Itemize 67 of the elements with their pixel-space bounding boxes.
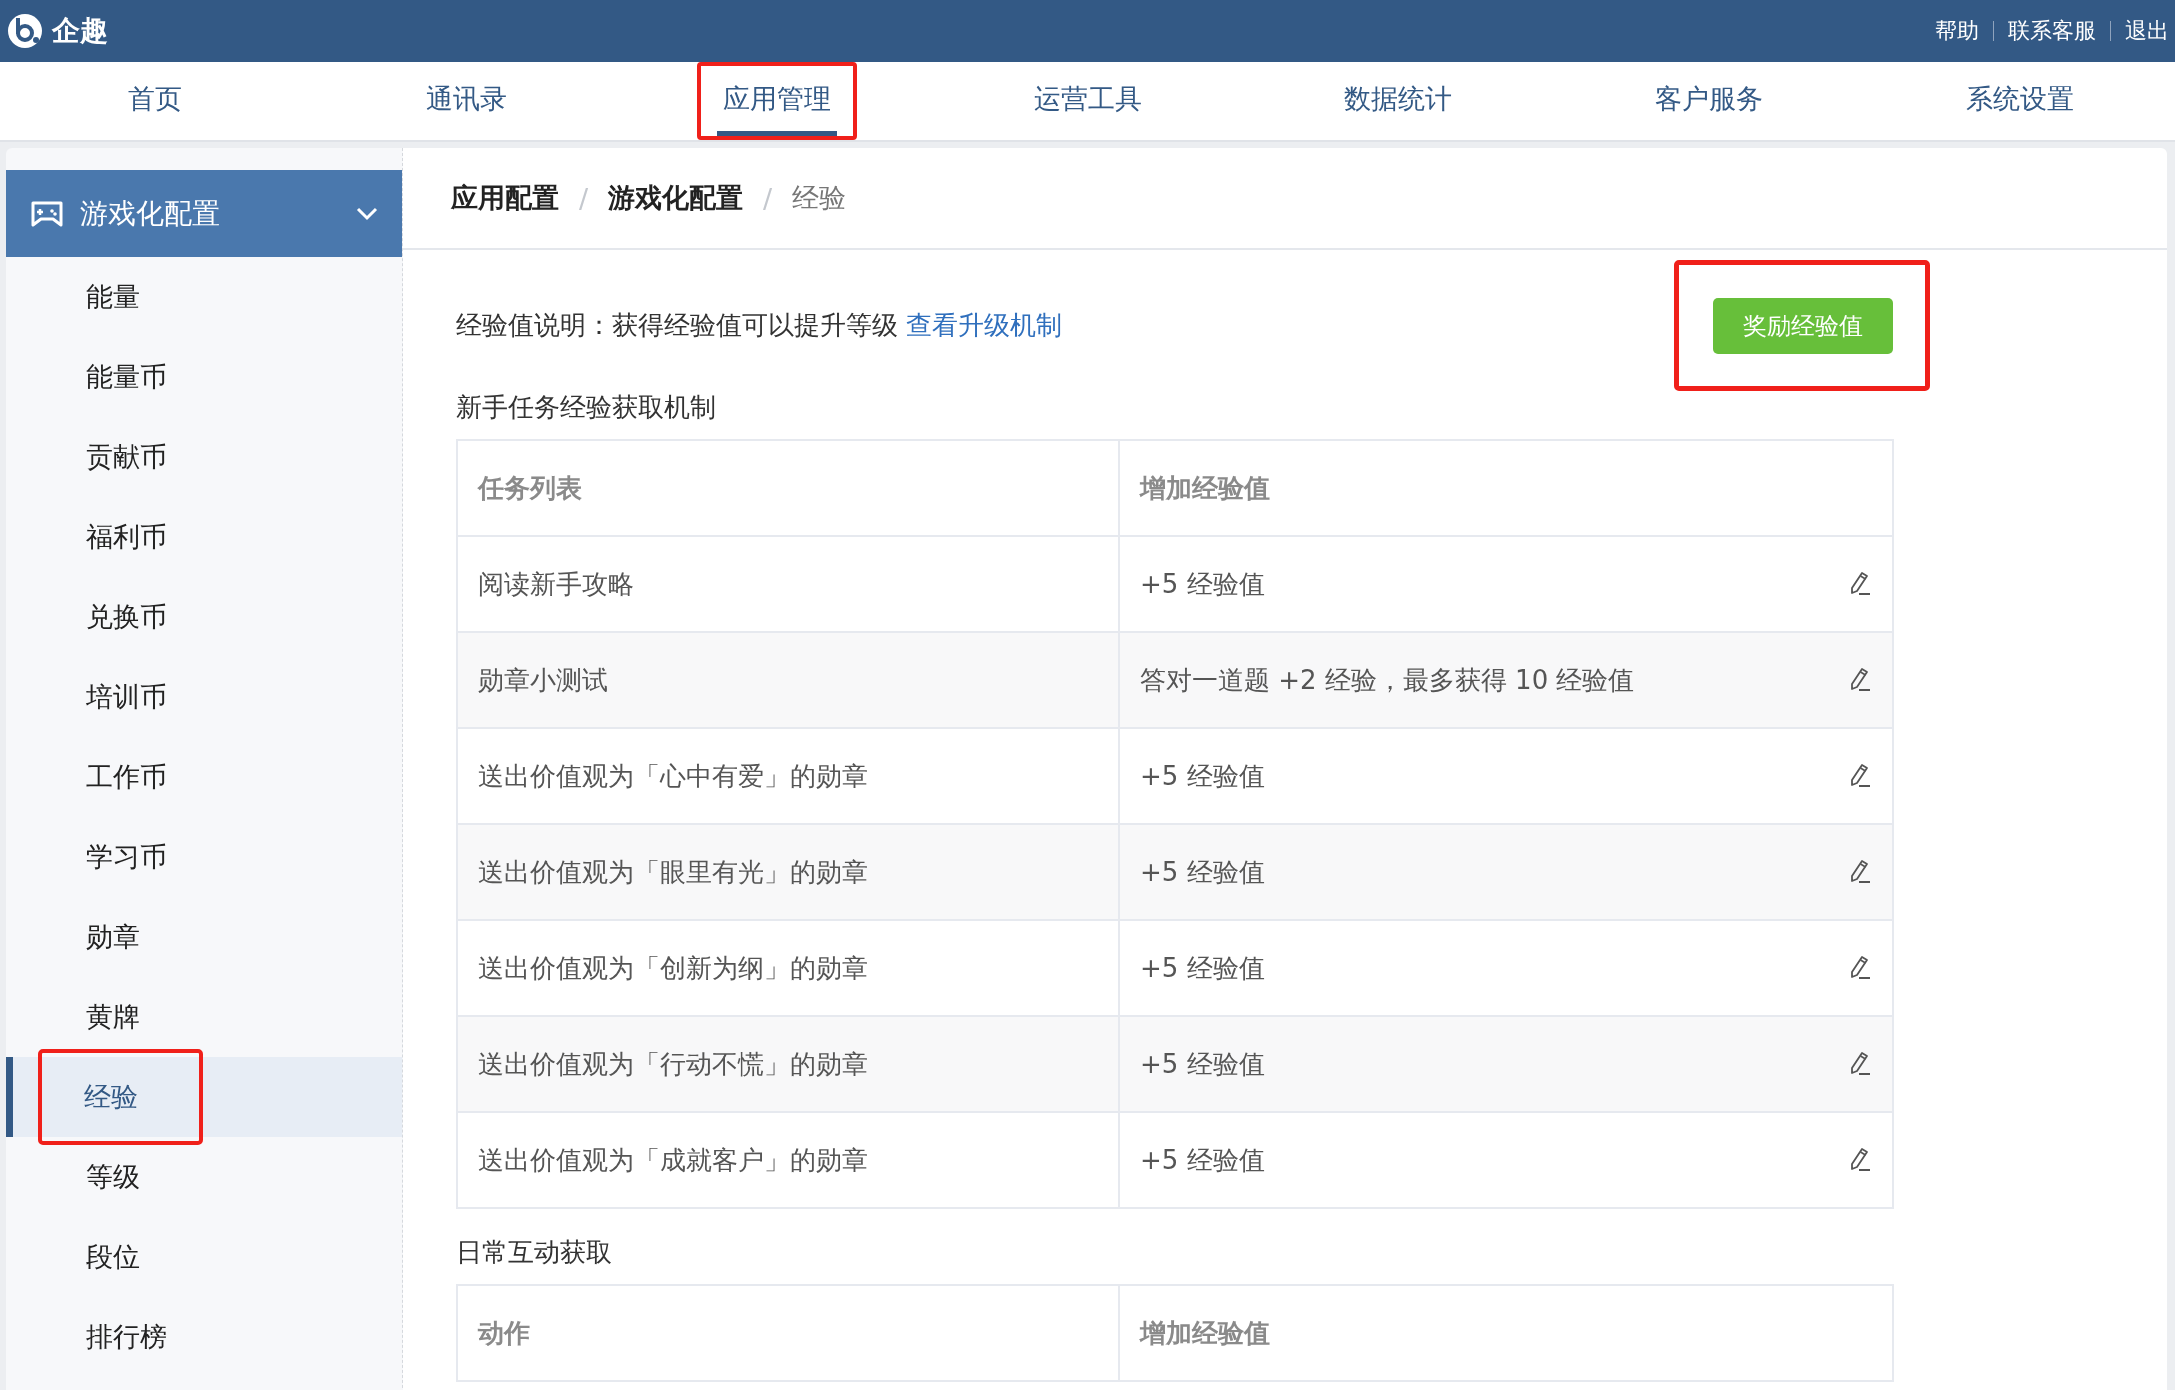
sidebar-group-header[interactable]: 游戏化配置: [6, 170, 402, 257]
column-header: 增加经验值: [1119, 1285, 1893, 1381]
description-text: 经验值说明：获得经验值可以提升等级 查看升级机制: [456, 308, 1063, 342]
breadcrumb-separator: /: [763, 182, 773, 214]
gamepad-icon: [30, 199, 64, 228]
header-link[interactable]: 退出: [2125, 16, 2169, 46]
pencil-icon: [1848, 859, 1872, 885]
nav-tab[interactable]: 运营工具: [1027, 66, 1148, 136]
sidebar-item[interactable]: 段位: [86, 1241, 140, 1272]
edit-button[interactable]: [1848, 1147, 1872, 1173]
table-cell-text: +5 经验值: [1140, 1143, 1265, 1177]
pencil-icon: [1848, 571, 1872, 597]
edit-button[interactable]: [1848, 955, 1872, 981]
logo-icon: [6, 12, 44, 50]
sidebar-item[interactable]: 排行榜: [86, 1321, 167, 1352]
table-cell: 勋章小测试: [457, 632, 1119, 728]
sidebar-item[interactable]: 经验: [84, 1079, 138, 1115]
table-cell-text: +5 经验值: [1140, 855, 1265, 889]
section-title: 日常互动获取: [456, 1236, 613, 1269]
sidebar-item[interactable]: 等级: [86, 1161, 140, 1192]
breadcrumb-item[interactable]: 应用配置: [451, 180, 559, 216]
breadcrumb-separator: /: [579, 182, 589, 214]
breadcrumb-item[interactable]: 游戏化配置: [608, 180, 744, 216]
sidebar-item[interactable]: 能量: [86, 281, 140, 312]
pencil-icon: [1848, 1051, 1872, 1077]
sidebar-item[interactable]: 工作币: [86, 761, 167, 792]
breadcrumb-item: 经验: [792, 181, 847, 215]
nav-tab[interactable]: 应用管理: [716, 66, 837, 136]
column-header: 任务列表: [457, 440, 1119, 536]
pencil-icon: [1848, 667, 1872, 693]
nav-tab[interactable]: 通讯录: [419, 66, 513, 136]
nav-tab[interactable]: 数据统计: [1338, 66, 1459, 136]
header-link[interactable]: 帮助: [1935, 16, 1979, 46]
edit-button[interactable]: [1848, 667, 1872, 693]
table-cell-text: +5 经验值: [1140, 567, 1265, 601]
sidebar-item[interactable]: 能量币: [86, 361, 167, 392]
nav-tab[interactable]: 首页: [122, 66, 189, 136]
column-header: 增加经验值: [1119, 440, 1893, 536]
edit-button[interactable]: [1848, 571, 1872, 597]
sidebar-item[interactable]: 勋章: [86, 921, 140, 952]
sidebar-item[interactable]: 福利币: [86, 521, 167, 552]
pencil-icon: [1848, 955, 1872, 981]
sidebar-item[interactable]: 黄牌: [86, 1001, 140, 1032]
edit-button[interactable]: [1848, 1051, 1872, 1077]
header-link[interactable]: 联系客服: [2008, 16, 2096, 46]
table-cell-text: +5 经验值: [1140, 951, 1265, 985]
edit-button[interactable]: [1848, 859, 1872, 885]
edit-button[interactable]: [1848, 763, 1872, 789]
nav-tab[interactable]: 系统设置: [1959, 66, 2080, 136]
section-title: 新手任务经验获取机制: [456, 391, 717, 424]
table-cell-text: +5 经验值: [1140, 759, 1265, 793]
app-logo-text: 企趣: [52, 13, 108, 49]
table-cell: 送出价值观为「成就客户」的勋章: [457, 1112, 1119, 1208]
sidebar-item[interactable]: 贡献币: [86, 441, 167, 472]
table-cell: 送出价值观为「行动不慌」的勋章: [457, 1016, 1119, 1112]
table-cell-text: +5 经验值: [1140, 1047, 1265, 1081]
sidebar-item[interactable]: 学习币: [86, 841, 167, 872]
column-header: 动作: [457, 1285, 1119, 1381]
nav-tab[interactable]: 客户服务: [1648, 66, 1769, 136]
table-cell: 送出价值观为「眼里有光」的勋章: [457, 824, 1119, 920]
table-cell-text: 答对一道题 +2 经验，最多获得 10 经验值: [1140, 663, 1635, 697]
pencil-icon: [1848, 763, 1872, 789]
sidebar-item[interactable]: 兑换币: [86, 601, 167, 632]
upgrade-rules-link[interactable]: 查看升级机制: [906, 309, 1063, 340]
pencil-icon: [1848, 1147, 1872, 1173]
sidebar-item[interactable]: 培训币: [86, 681, 167, 712]
chevron-icon: [356, 206, 378, 221]
